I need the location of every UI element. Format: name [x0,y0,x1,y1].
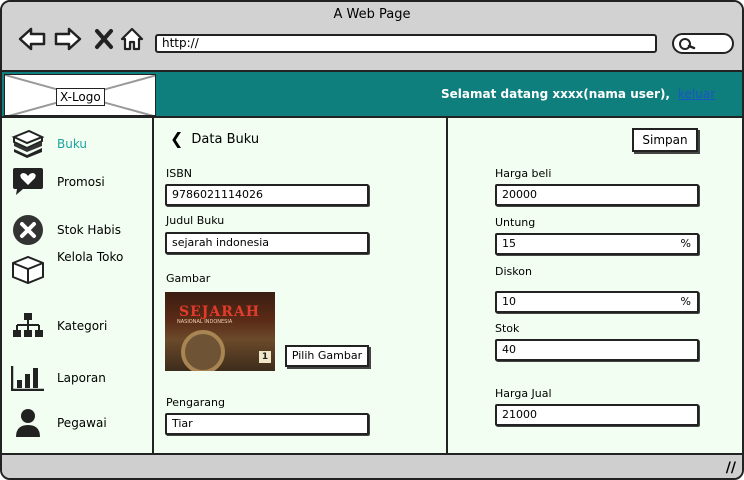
back-link[interactable]: ❮ Data Buku [170,131,259,147]
pengarang-label: Pengarang [166,396,225,409]
browser-titlebar: A Web Page http:// [2,2,742,72]
gambar-label: Gambar [166,272,211,285]
logout-link[interactable]: keluar [678,87,715,101]
harga-beli-field[interactable]: 20000 [495,184,699,206]
sitemap-icon [10,308,46,344]
welcome-text: Selamat datang xxxx(nama user), [441,87,670,101]
bar-chart-icon [10,360,46,396]
logo: X-Logo [4,74,156,116]
sidebar-item-buku[interactable]: Buku [10,126,87,162]
book-form-left: ❮ Data Buku ISBN 9786021114026 Judul Buk… [156,118,448,453]
untung-value: 15 [502,237,516,250]
cover-gear-graphic [181,330,225,371]
book-form-right: Simpan Harga beli 20000 Untung 15 % Disk… [448,118,742,453]
sidebar-item-stok-habis[interactable]: Stok Habis [10,212,121,248]
sidebar-item-laporan[interactable]: Laporan [10,360,106,396]
app-header: X-Logo Selamat datang xxxx(nama user), k… [2,72,742,118]
window-title: A Web Page [333,7,411,22]
browser-statusbar: // [2,453,742,478]
judul-label: Judul Buku [166,214,225,227]
diskon-label: Diskon [495,265,532,278]
harga-jual-field[interactable]: 21000 [495,404,699,426]
sidebar-item-kelola-toko[interactable]: Kelola Toko [10,250,123,288]
untung-field[interactable]: 15 % [495,233,699,255]
book-cover-image: SEJARAH NASIONAL INDONESIA 1 [165,292,275,371]
diskon-value: 10 [502,295,516,308]
percent-suffix: % [680,237,691,250]
sidebar-item-label: Buku [57,137,88,151]
url-input[interactable]: http:// [155,34,657,53]
isbn-label: ISBN [166,167,193,180]
sidebar-item-label: Stok Habis [57,223,122,237]
heart-chat-icon [10,164,46,200]
sidebar-item-promosi[interactable]: Promosi [10,164,105,200]
sidebar-item-label: Kelola Toko [57,250,124,264]
main-content: Buku Promosi Stok Habis Kelola Toko Kate… [2,118,742,453]
cover-title: SEJARAH [179,304,260,320]
sidebar: Buku Promosi Stok Habis Kelola Toko Kate… [2,118,154,453]
sidebar-item-label: Promosi [57,175,105,189]
box-icon [10,252,46,288]
back-label: Data Buku [191,131,260,147]
harga-jual-label: Harga Jual [495,387,552,400]
stok-field[interactable]: 40 [495,339,699,361]
sidebar-item-kategori[interactable]: Kategori [10,308,107,344]
logo-text: X-Logo [56,88,105,106]
stop-icon[interactable] [89,24,119,54]
diskon-field[interactable]: 10 % [495,291,699,313]
home-icon[interactable] [117,24,147,54]
pengarang-field[interactable]: Tiar [165,413,369,435]
sidebar-item-label: Kategori [57,319,108,333]
search-icon [679,38,696,50]
back-arrow-icon[interactable] [17,24,47,54]
user-icon [10,405,46,441]
sidebar-item-label: Pegawai [57,416,107,430]
books-icon [10,126,46,162]
isbn-field[interactable]: 9786021114026 [165,184,369,206]
judul-field[interactable]: sejarah indonesia [165,232,369,254]
cover-subtitle: NASIONAL INDONESIA [177,319,233,325]
sidebar-item-label: Laporan [57,371,106,385]
resize-grip-icon[interactable]: // [726,460,736,476]
forward-arrow-icon[interactable] [53,24,83,54]
browser-window: A Web Page http:// X-Logo Selamat datang… [0,0,744,480]
untung-label: Untung [495,216,536,229]
percent-suffix: % [680,295,691,308]
close-circle-icon [10,212,46,248]
pilih-gambar-button[interactable]: Pilih Gambar [285,345,369,367]
cover-volume: 1 [259,351,271,363]
harga-beli-label: Harga beli [495,167,552,180]
browser-search-box[interactable] [672,33,734,54]
sidebar-item-pegawai[interactable]: Pegawai [10,405,107,441]
stok-label: Stok [495,322,520,335]
chevron-left-icon: ❮ [170,129,184,148]
save-button[interactable]: Simpan [632,128,698,152]
